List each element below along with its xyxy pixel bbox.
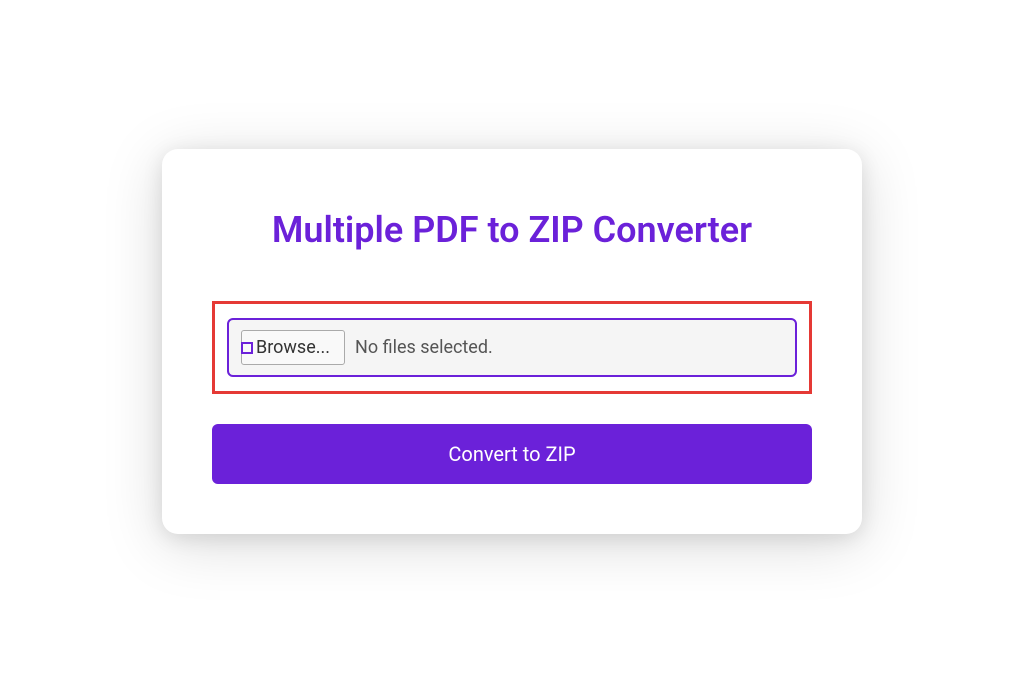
highlight-annotation: Browse... No files selected.: [212, 301, 812, 394]
page-title: Multiple PDF to ZIP Converter: [212, 209, 812, 251]
file-input-container[interactable]: Browse... No files selected.: [227, 318, 797, 377]
convert-button[interactable]: Convert to ZIP: [212, 424, 812, 484]
browse-button[interactable]: Browse...: [241, 330, 345, 365]
file-status-text: No files selected.: [355, 337, 493, 358]
converter-card: Multiple PDF to ZIP Converter Browse... …: [162, 149, 862, 534]
